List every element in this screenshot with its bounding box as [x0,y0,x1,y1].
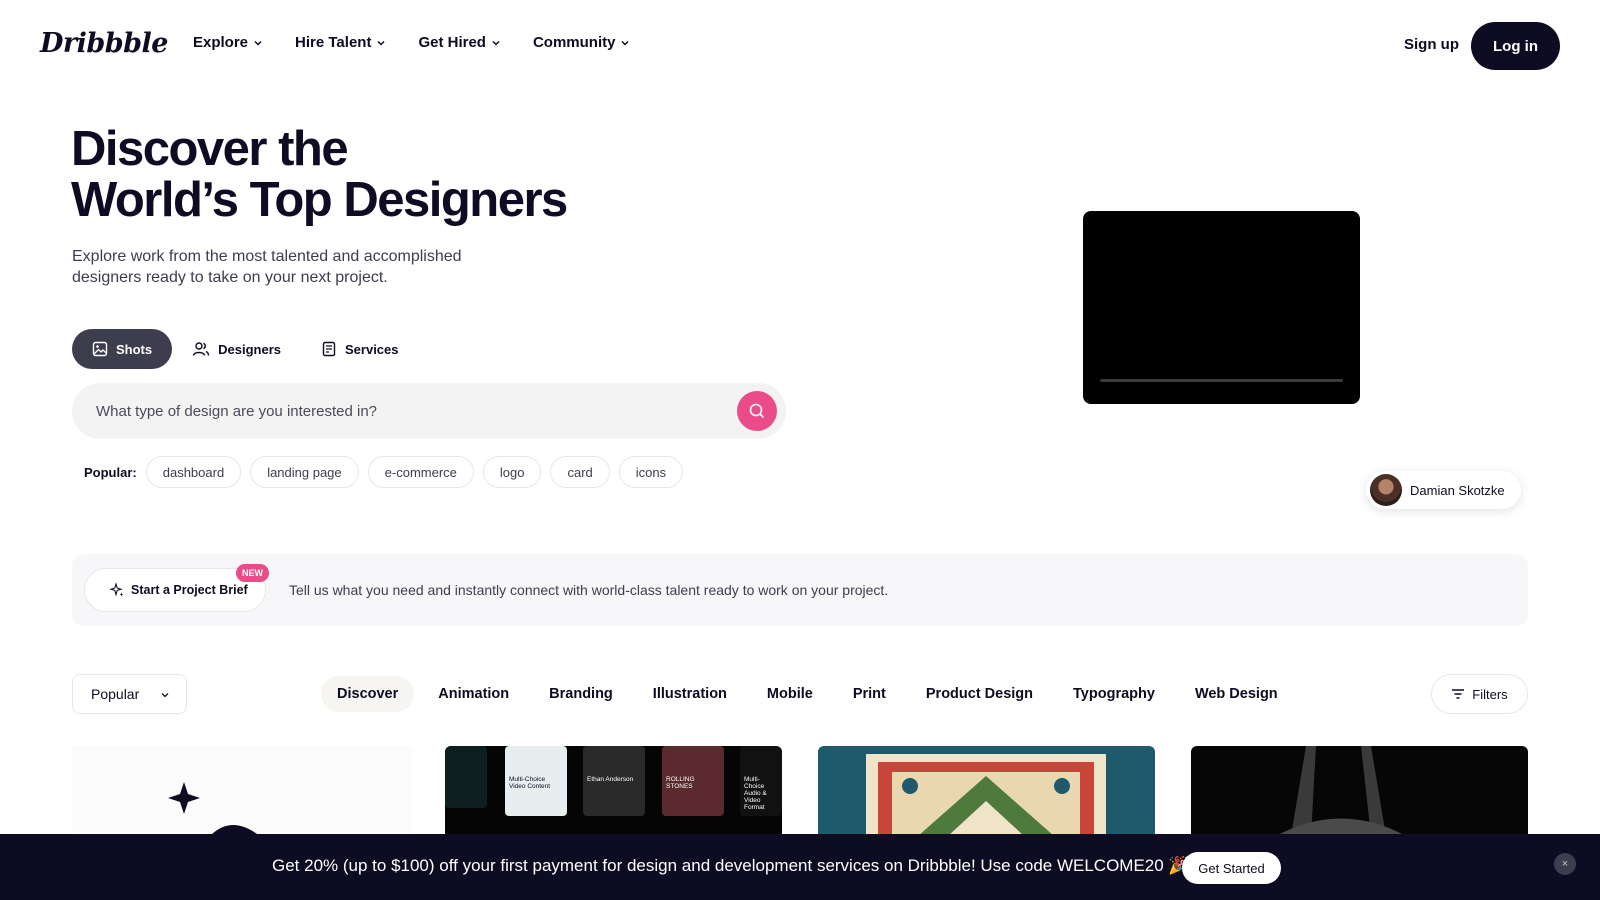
new-badge: NEW [236,564,269,582]
brief-button-label: Start a Project Brief [131,583,248,597]
tab-label: Services [345,341,399,357]
chevron-down-icon [161,693,169,698]
shot-thumbnail: Multi-Choice Video Content [505,746,567,816]
project-brief-banner: Start a Project Brief NEW Tell us what y… [72,554,1528,626]
hero-subtitle: Explore work from the most talented and … [72,248,462,286]
category-print[interactable]: Print [837,676,902,712]
search-icon [749,403,765,419]
shot-card[interactable]: Multi-Choice Video Content Ethan Anderso… [445,746,782,836]
nav-get-hired[interactable]: Get Hired [418,34,501,51]
sparkle-icon [109,582,124,597]
search-type-tabs: Shots Designers Services [72,329,419,369]
promo-text: Get 20% (up to $100) off your first paym… [272,856,1190,875]
sort-dropdown[interactable]: Popular [72,674,187,714]
popular-tag-icons[interactable]: icons [618,456,684,488]
nav-label: Explore [193,34,249,51]
dribbble-logo[interactable]: Dribbble [40,28,168,59]
popular-tag-dashboard[interactable]: dashboard [145,456,242,488]
search-button[interactable] [737,391,777,431]
category-web-design[interactable]: Web Design [1179,676,1294,712]
users-icon [192,342,210,356]
popular-label: Popular: [84,464,137,480]
category-branding[interactable]: Branding [533,676,629,712]
promo-card[interactable] [72,746,412,836]
popular-tags: Popular: dashboard landing page e-commer… [84,456,692,488]
hero-video[interactable] [1083,211,1360,404]
top-nav: Dribbble Explore Hire Talent Get Hired C… [0,0,1600,90]
close-icon[interactable]: × [1554,853,1576,875]
tab-designers[interactable]: Designers [172,329,301,369]
video-progress-bar[interactable] [1100,379,1343,382]
shot-card[interactable] [818,746,1155,836]
shot-artwork [1276,746,1406,836]
nav-community[interactable]: Community [533,34,631,51]
popular-tag-card[interactable]: card [550,456,610,488]
star-icon [168,782,257,834]
category-product-design[interactable]: Product Design [910,676,1049,712]
category-typography[interactable]: Typography [1057,676,1171,712]
tab-services[interactable]: Services [301,329,419,369]
designer-name: Damian Skotzke [1410,482,1505,498]
search-bar [72,383,786,439]
popular-tag-e-commerce[interactable]: e-commerce [367,456,474,488]
category-tabs: Discover Animation Branding Illustration… [321,676,1302,712]
tab-shots[interactable]: Shots [72,329,173,369]
category-mobile[interactable]: Mobile [751,676,829,712]
get-started-button[interactable]: Get Started [1182,852,1281,884]
log-in-button[interactable]: Log in [1471,22,1560,70]
nav-label: Get Hired [418,34,486,51]
main-nav: Explore Hire Talent Get Hired Community [193,34,662,51]
chevron-down-icon [377,40,385,46]
hero-title: Discover the World’s Top Designers [71,124,691,226]
chevron-down-icon [621,40,629,46]
filters-label: Filters [1472,686,1508,702]
shot-card[interactable] [1191,746,1528,836]
search-input[interactable] [96,383,716,439]
nav-explore[interactable]: Explore [193,34,263,51]
featured-designer-tag[interactable]: Damian Skotzke [1366,471,1521,509]
brief-description: Tell us what you need and instantly conn… [289,582,889,598]
popular-tag-landing-page[interactable]: landing page [250,456,359,488]
category-animation[interactable]: Animation [422,676,525,712]
shot-artwork [866,754,1106,836]
hero-title-line1: Discover the [71,122,349,176]
category-discover[interactable]: Discover [321,676,415,712]
filter-icon [1452,689,1465,699]
sign-up-link[interactable]: Sign up [1404,36,1459,53]
filters-button[interactable]: Filters [1431,674,1528,714]
nav-label: Community [532,34,616,51]
hero-title-line2: World’s Top Designers [71,173,568,227]
shot-thumbnail [445,746,487,808]
sort-value: Popular [91,686,140,702]
promo-banner: Get 20% (up to $100) off your first paym… [0,834,1600,900]
shot-thumbnail: ROLLING STONES [662,746,724,816]
tab-label: Designers [218,341,281,357]
category-illustration[interactable]: Illustration [637,676,743,712]
shot-thumbnail: Multi-Choice Audio & Video Format [740,746,782,816]
avatar [1370,474,1402,506]
image-icon [92,341,108,357]
nav-hire-talent[interactable]: Hire Talent [295,34,386,51]
tab-label: Shots [116,341,153,357]
document-icon [322,341,336,357]
popular-tag-logo[interactable]: logo [482,456,542,488]
nav-label: Hire Talent [295,34,372,51]
chevron-down-icon [492,40,500,46]
chevron-down-icon [254,40,262,46]
shot-thumbnail: Ethan Anderson [583,746,645,816]
